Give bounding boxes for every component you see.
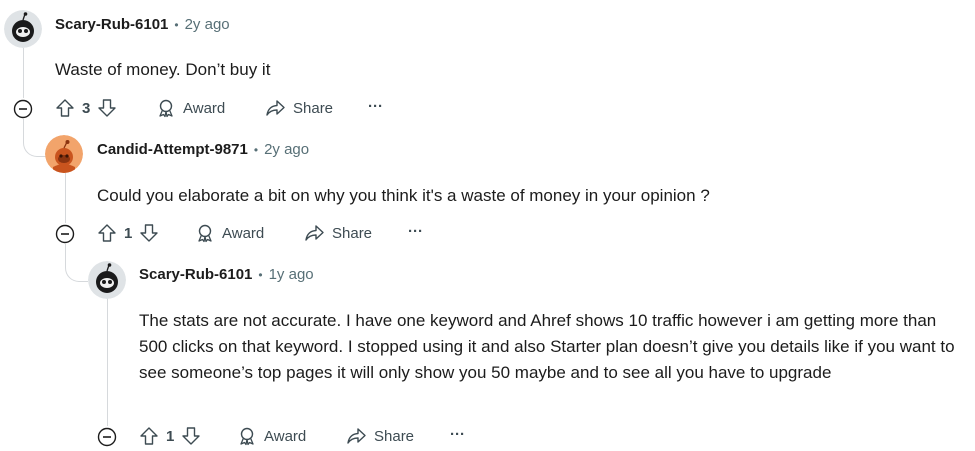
timestamp[interactable]: 1y ago: [269, 266, 314, 283]
comment-header: Scary-Rub-6101 • 1y ago: [139, 266, 314, 283]
award-icon: [240, 427, 254, 446]
downvote-button[interactable]: [181, 426, 201, 446]
vote-group: 1: [139, 426, 201, 446]
avatar[interactable]: [88, 261, 126, 299]
share-button[interactable]: Share: [346, 426, 414, 446]
comment-header: Scary-Rub-6101 • 2y ago: [55, 16, 230, 33]
comment-body: Waste of money. Don’t buy it: [55, 60, 271, 79]
arrow-down-icon: [140, 224, 159, 242]
separator-dot: •: [253, 142, 259, 157]
more-options-icon: ···: [408, 223, 423, 240]
arrow-up-icon: [140, 427, 158, 445]
share-arrow-icon: [305, 225, 324, 241]
more-options-button[interactable]: ···: [450, 426, 465, 443]
share-button[interactable]: Share: [304, 223, 372, 243]
award-label: Award: [264, 427, 307, 445]
arrow-down-icon: [182, 427, 201, 445]
award-button[interactable]: Award: [195, 223, 264, 243]
collapse-button[interactable]: [97, 427, 117, 447]
thread-line-level-1: [23, 48, 24, 98]
author-name[interactable]: Candid-Attempt-9871: [97, 141, 248, 158]
collapse-button[interactable]: [55, 224, 75, 244]
share-arrow-icon: [266, 100, 285, 116]
downvote-button[interactable]: [139, 223, 159, 243]
upvote-button[interactable]: [55, 98, 75, 118]
award-button[interactable]: Award: [156, 98, 225, 118]
comment-header: Candid-Attempt-9871 • 2y ago: [97, 141, 309, 158]
arrow-up-icon: [98, 224, 116, 242]
arrow-down-icon: [98, 99, 117, 117]
comment-body: Could you elaborate a bit on why you thi…: [97, 186, 710, 205]
more-options-button[interactable]: ···: [408, 223, 423, 240]
more-options-icon: ···: [450, 426, 465, 443]
avatar[interactable]: [45, 135, 83, 173]
vote-group: 3: [55, 98, 117, 118]
award-label: Award: [183, 99, 226, 117]
author-name[interactable]: Scary-Rub-6101: [139, 266, 252, 283]
avatar[interactable]: [4, 10, 42, 48]
more-options-icon: ···: [368, 98, 383, 115]
downvote-button[interactable]: [97, 98, 117, 118]
share-arrow-icon: [347, 428, 366, 444]
share-button[interactable]: Share: [265, 98, 333, 118]
award-icon: [159, 99, 173, 118]
snoo-orange-avatar-icon: [45, 135, 83, 173]
collapse-button[interactable]: [13, 99, 33, 119]
timestamp[interactable]: 2y ago: [185, 16, 230, 33]
award-button[interactable]: Award: [237, 426, 306, 446]
separator-dot: •: [258, 267, 263, 282]
vote-score: 3: [82, 99, 91, 117]
thread-elbow-level-1: [23, 116, 46, 157]
thread-line-level-3: [107, 298, 108, 426]
share-label: Share: [374, 427, 415, 445]
share-label: Share: [332, 224, 373, 242]
snoo-dark-avatar-icon: [88, 261, 126, 299]
author-name[interactable]: Scary-Rub-6101: [55, 16, 168, 33]
timestamp[interactable]: 2y ago: [264, 141, 309, 158]
share-label: Share: [293, 99, 334, 117]
collapse-minus-icon: [13, 99, 33, 119]
thread-line-level-2: [65, 173, 66, 223]
upvote-button[interactable]: [139, 426, 159, 446]
separator-dot: •: [174, 17, 179, 32]
upvote-button[interactable]: [97, 223, 117, 243]
vote-score: 1: [166, 427, 175, 445]
more-options-button[interactable]: ···: [368, 98, 383, 115]
award-icon: [198, 224, 212, 243]
comment-body: The stats are not accurate. I have one k…: [139, 311, 955, 382]
collapse-minus-icon: [97, 427, 117, 447]
snoo-dark-avatar-icon: [4, 10, 42, 48]
thread-elbow-level-2: [65, 243, 88, 282]
collapse-minus-icon: [55, 224, 75, 244]
vote-score: 1: [124, 224, 133, 242]
vote-group: 1: [97, 223, 159, 243]
arrow-up-icon: [56, 99, 74, 117]
award-label: Award: [222, 224, 265, 242]
